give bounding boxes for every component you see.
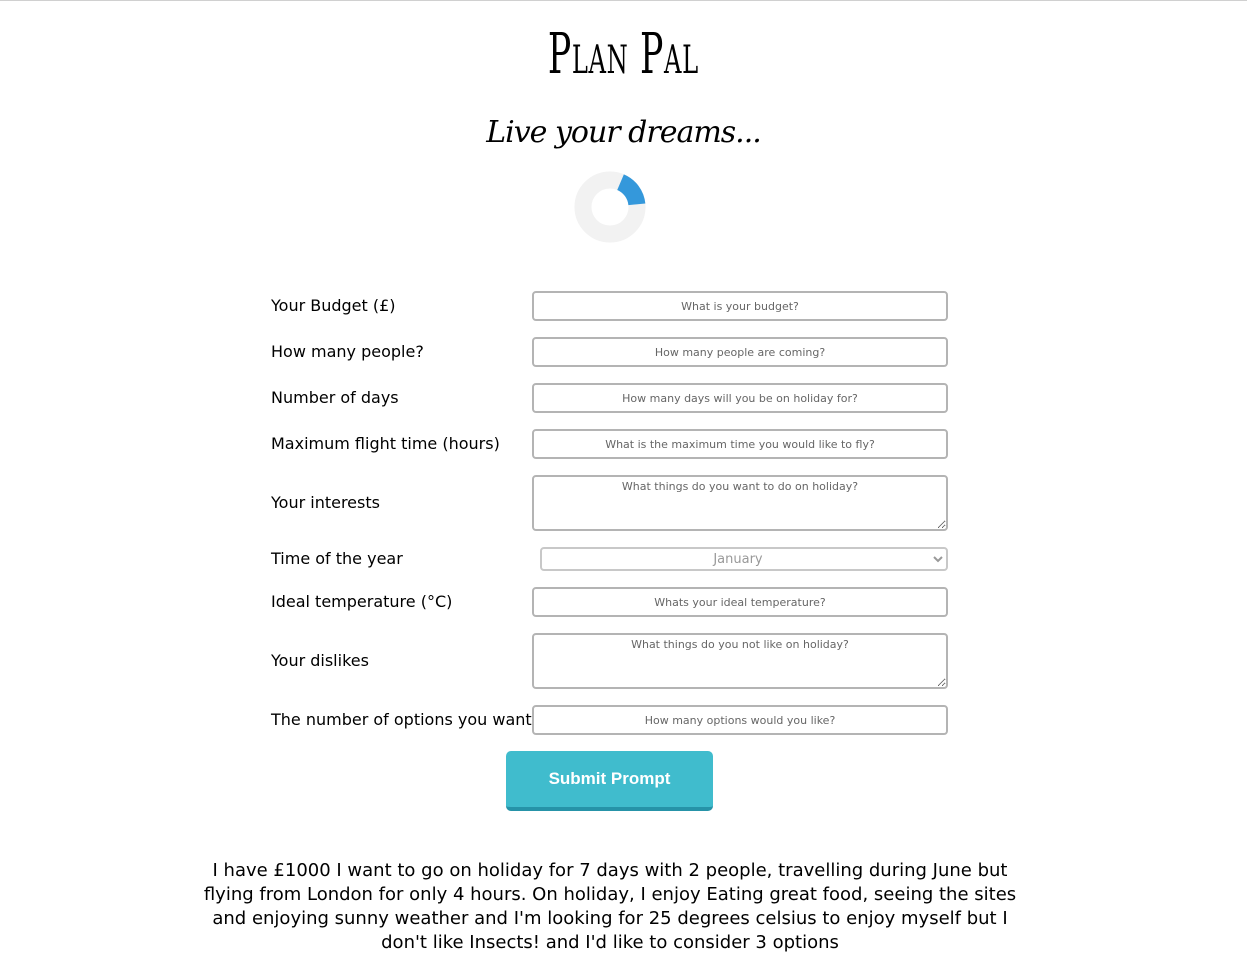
loading-spinner <box>574 171 646 243</box>
time-of-year-select[interactable]: January <box>540 547 948 571</box>
options-input[interactable] <box>532 705 948 735</box>
app-title: Plan Pal <box>547 22 699 87</box>
interests-textarea[interactable] <box>532 475 948 531</box>
days-input[interactable] <box>532 383 948 413</box>
dislikes-label: Your dislikes <box>271 651 369 670</box>
budget-label: Your Budget (£) <box>271 296 396 315</box>
interests-label: Your interests <box>271 493 380 512</box>
people-label: How many people? <box>271 342 424 361</box>
submit-prompt-button[interactable]: Submit Prompt <box>506 751 713 811</box>
temperature-label: Ideal temperature (°C) <box>271 592 453 611</box>
days-label: Number of days <box>271 388 399 407</box>
budget-input[interactable] <box>532 291 948 321</box>
flight-time-input[interactable] <box>532 429 948 459</box>
options-label: The number of options you want <box>271 710 532 729</box>
temperature-input[interactable] <box>532 587 948 617</box>
app-tagline: Live your dreams... <box>486 115 762 150</box>
people-input[interactable] <box>532 337 948 367</box>
flight-time-label: Maximum flight time (hours) <box>271 434 500 453</box>
time-of-year-label: Time of the year <box>271 549 403 568</box>
dislikes-textarea[interactable] <box>532 633 948 689</box>
generated-prompt-text: I have £1000 I want to go on holiday for… <box>203 860 1017 953</box>
